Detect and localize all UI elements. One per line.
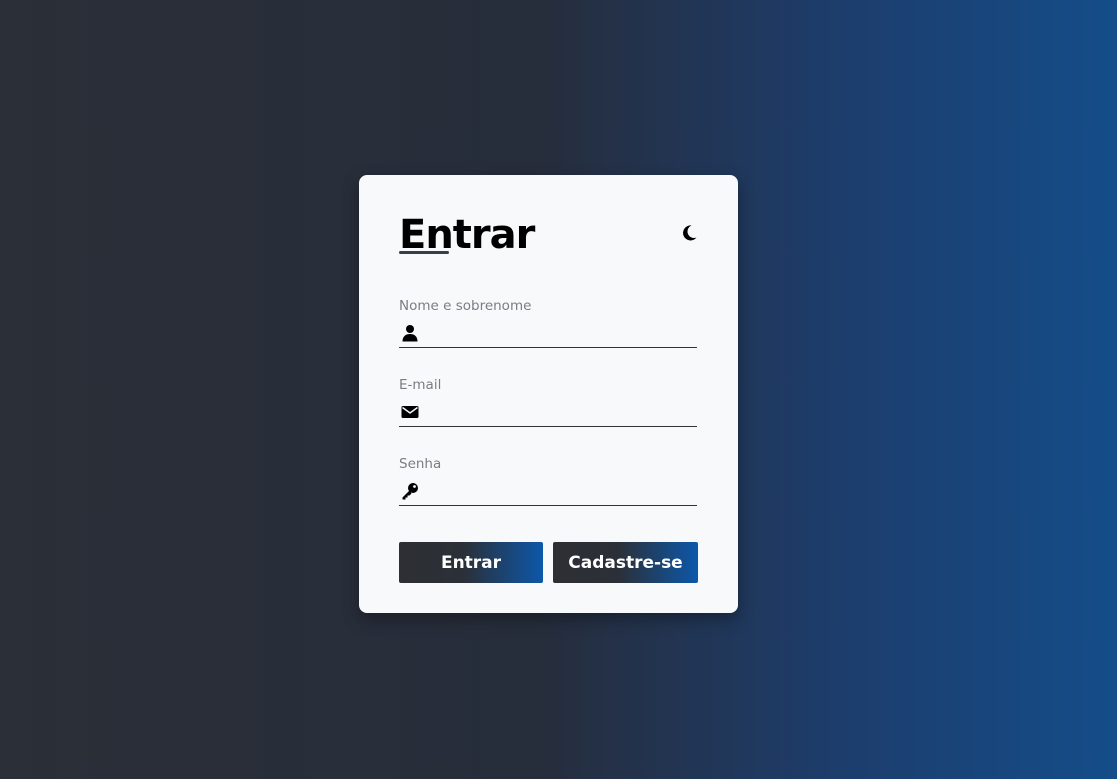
page-title: Entrar (399, 212, 535, 258)
envelope-icon (401, 406, 419, 418)
password-label: Senha (399, 456, 442, 472)
login-card: Entrar Nome e sobrenome E-mail Senha Ent… (359, 175, 738, 613)
key-icon (402, 483, 418, 500)
login-button[interactable]: Entrar (399, 542, 543, 583)
name-label: Nome e sobrenome (399, 298, 532, 314)
theme-toggle-button[interactable] (679, 223, 699, 243)
password-field: Senha (399, 455, 697, 506)
email-input-row (399, 398, 697, 427)
name-input-row (399, 319, 697, 348)
name-field: Nome e sobrenome (399, 297, 697, 348)
name-input[interactable] (425, 319, 695, 346)
password-input-row (399, 477, 697, 506)
moon-icon (683, 225, 697, 241)
email-input[interactable] (425, 398, 695, 425)
signup-button[interactable]: Cadastre-se (553, 542, 698, 583)
email-field: E-mail (399, 376, 697, 427)
title-underline (399, 251, 449, 254)
email-label: E-mail (399, 377, 442, 393)
password-input[interactable] (425, 477, 695, 504)
user-icon (402, 325, 418, 342)
